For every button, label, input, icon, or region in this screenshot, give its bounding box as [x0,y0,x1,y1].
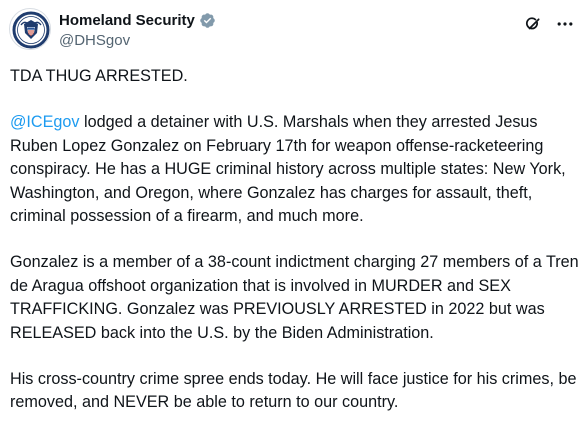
grok-icon[interactable] [523,14,543,34]
display-name-row: Homeland Security [59,10,216,30]
post-paragraph-2: @ICEgov lodged a detainer with U.S. Mars… [10,111,580,229]
post-paragraph-2-text: lodged a detainer with U.S. Marshals whe… [10,113,566,225]
display-name[interactable]: Homeland Security [59,12,195,29]
post-paragraph-1: TDA THUG ARRESTED. [10,67,188,85]
mention-link[interactable]: @ICEgov [10,113,80,131]
dhs-seal-icon [11,10,50,49]
verified-gray-badge-icon[interactable] [199,12,216,29]
post-actions [523,14,575,34]
account-names: Homeland Security @DHSgov [59,10,216,49]
more-options-icon[interactable] [555,14,575,34]
post-paragraph-4: His cross-country crime spree ends today… [10,369,577,412]
post-text: TDA THUG ARRESTED. @ICEgov lodged a deta… [10,65,580,437]
avatar[interactable] [9,8,51,50]
account-handle[interactable]: @DHSgov [59,32,216,49]
post-header: Homeland Security @DHSgov [9,8,577,56]
post-paragraph-3: Gonzalez is a member of a 38-count indic… [10,253,579,342]
